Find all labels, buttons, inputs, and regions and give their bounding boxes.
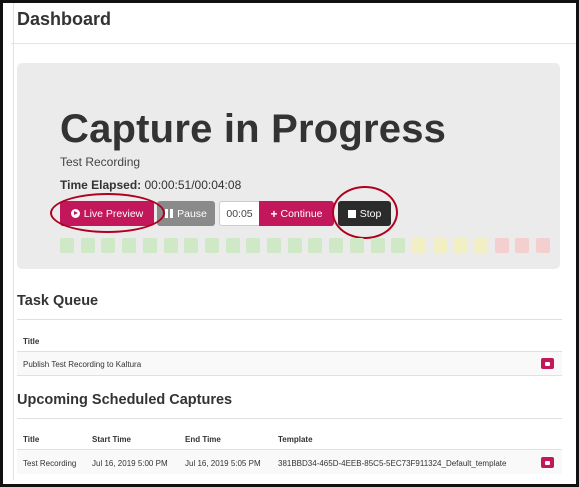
scheduled-row-end: Jul 16, 2019 5:05 PM	[185, 459, 261, 468]
meter-segment	[411, 238, 426, 253]
stop-highlight	[332, 186, 398, 239]
meter-segment	[474, 238, 488, 253]
scheduled-col-title: Title	[23, 435, 40, 444]
scheduled-action-button[interactable]	[541, 457, 554, 468]
live-preview-highlight	[50, 193, 165, 233]
pause-icon	[165, 209, 174, 218]
capture-panel: Capture in Progress Test Recording Time …	[17, 63, 560, 269]
scheduled-col-template: Template	[278, 435, 313, 444]
meter-segment	[184, 238, 199, 253]
camera-icon	[545, 361, 550, 366]
time-elapsed-value: 00:00:51/00:04:08	[144, 178, 242, 192]
meter-segment	[287, 238, 302, 253]
meter-segment	[536, 238, 551, 253]
continue-button[interactable]: + Continue	[259, 201, 334, 226]
meter-segment	[80, 238, 95, 253]
meter-segment	[122, 238, 137, 253]
time-elapsed-label: Time Elapsed:	[60, 178, 142, 192]
camera-icon	[545, 460, 550, 465]
scheduled-row-title: Test Recording	[23, 459, 77, 468]
meter-segment	[349, 238, 364, 253]
scheduled-col-end: End Time	[185, 435, 221, 444]
scheduled-row-start: Jul 16, 2019 5:00 PM	[92, 459, 168, 468]
task-title: Publish Test Recording to Kaltura	[23, 360, 142, 369]
meter-segment	[101, 238, 116, 253]
task-queue-bottom-rule	[17, 375, 562, 376]
meter-segment	[432, 238, 447, 253]
meter-segment	[370, 238, 385, 253]
table-row: Publish Test Recording to Kaltura	[17, 352, 562, 375]
meter-segment	[329, 238, 344, 253]
meter-segment	[515, 238, 530, 253]
meter-segment	[453, 238, 468, 253]
plus-icon: +	[270, 206, 278, 221]
pause-label: Pause	[177, 207, 207, 220]
continue-label: Continue	[280, 207, 323, 220]
scheduled-row-template: 381BBD34-465D-4EEB-85C5-5EC73F911324_Def…	[278, 459, 507, 468]
meter-segment	[204, 238, 219, 253]
task-queue-col-title: Title	[23, 337, 40, 346]
scheduled-title: Upcoming Scheduled Captures	[17, 392, 233, 408]
page-title: Dashboard	[17, 9, 112, 29]
task-action-button[interactable]	[541, 358, 554, 369]
meter-segment	[308, 238, 323, 253]
meter-segment	[163, 238, 178, 253]
meter-segment	[391, 238, 406, 253]
meter-segment	[246, 238, 261, 253]
table-row: Test Recording Jul 16, 2019 5:00 PM Jul …	[17, 450, 562, 474]
capture-heading: Capture in Progress	[60, 107, 447, 151]
meter-segment	[60, 238, 74, 253]
meter-segment	[494, 238, 509, 253]
task-queue-title: Task Queue	[17, 293, 99, 309]
title-divider	[11, 43, 576, 44]
scheduled-divider	[17, 418, 562, 419]
continue-duration-input[interactable]: 00:05	[219, 201, 259, 226]
pause-button[interactable]: Pause	[157, 201, 215, 226]
scheduled-col-start: Start Time	[92, 435, 131, 444]
meter-segment	[225, 238, 240, 253]
meter-segment	[267, 238, 281, 253]
recording-name: Test Recording	[60, 155, 141, 169]
task-queue-divider	[17, 319, 562, 320]
meter-segment	[142, 238, 157, 253]
time-elapsed: Time Elapsed: 00:00:51/00:04:08	[60, 178, 241, 192]
